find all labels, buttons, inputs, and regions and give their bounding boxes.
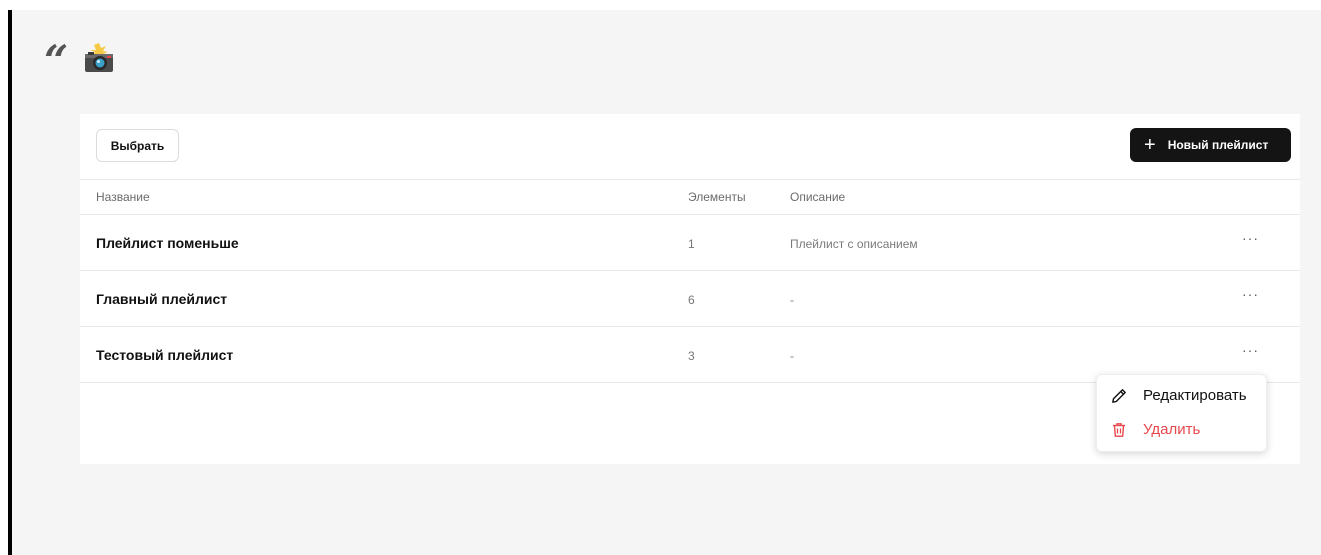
playlist-item-count: 1	[688, 237, 695, 251]
playlist-name: Тестовый плейлист	[96, 347, 234, 363]
divider	[80, 179, 1300, 180]
playlist-item-count: 3	[688, 349, 695, 363]
select-button[interactable]: Выбрать	[96, 129, 179, 162]
plus-icon: +	[1144, 134, 1156, 156]
trash-icon	[1113, 422, 1125, 437]
playlist-item-count: 6	[688, 293, 695, 307]
more-options-icon[interactable]: ···	[1242, 287, 1259, 301]
edit-label: Редактировать	[1143, 387, 1247, 404]
playlist-name: Плейлист поменьше	[96, 235, 239, 251]
column-header-description[interactable]: Описание	[790, 190, 845, 204]
playlist-description: -	[790, 349, 794, 363]
screen: “ Выбрать + Новый плейлист Название Элем…	[0, 0, 1321, 555]
camera-icon	[85, 43, 113, 72]
pencil-icon	[1112, 388, 1126, 403]
delete-menu-item[interactable]: Удалить	[1111, 421, 1200, 438]
column-header-name[interactable]: Название	[96, 190, 150, 204]
playlist-description: -	[790, 293, 794, 307]
more-options-icon[interactable]: ···	[1242, 231, 1259, 245]
new-playlist-button[interactable]: + Новый плейлист	[1130, 128, 1291, 162]
playlist-name: Главный плейлист	[96, 291, 228, 307]
new-playlist-label: Новый плейлист	[1167, 138, 1269, 152]
app-area: “ Выбрать + Новый плейлист Название Элем…	[12, 10, 1321, 555]
playlist-description: Плейлист с описанием	[790, 237, 918, 251]
more-options-icon[interactable]: ···	[1242, 343, 1259, 357]
delete-label: Удалить	[1143, 421, 1201, 438]
quote-mark: “	[44, 36, 68, 85]
row-context-menu: Редактировать Удалить	[1096, 374, 1267, 452]
edit-menu-item[interactable]: Редактировать	[1111, 387, 1247, 404]
column-header-items[interactable]: Элементы	[688, 190, 746, 204]
table-row[interactable]: Плейлист поменьше 1 Плейлист с описанием…	[80, 215, 1300, 271]
table-row[interactable]: Главный плейлист 6 - ···	[80, 271, 1300, 327]
